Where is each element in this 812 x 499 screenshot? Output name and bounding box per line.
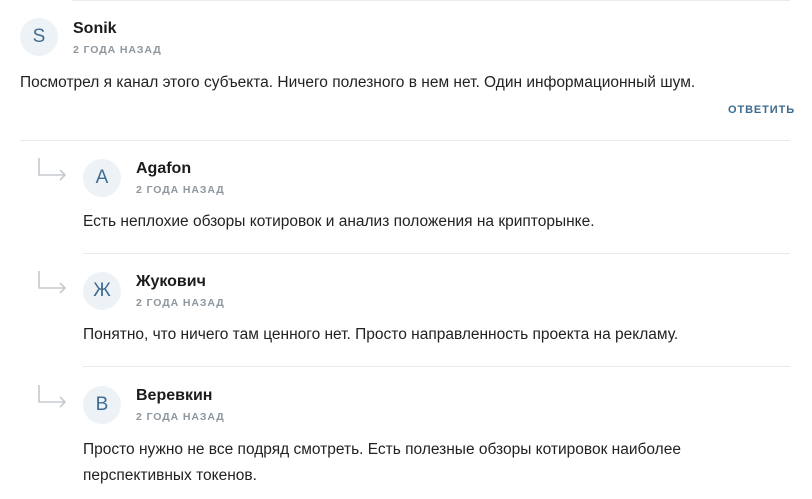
comment-author[interactable]: Sonik	[73, 20, 117, 38]
avatar[interactable]: S	[20, 18, 58, 56]
comment-time: 2 ГОДА НАЗАД	[136, 411, 225, 423]
divider	[83, 366, 790, 367]
comment-time: 2 ГОДА НАЗАД	[73, 44, 162, 56]
comment-text: Просто нужно не все подряд смотреть. Ест…	[83, 441, 681, 484]
avatar[interactable]: В	[83, 386, 121, 424]
comment-author[interactable]: Agafon	[136, 160, 191, 178]
comment-text: Есть неплохие обзоры котировок и анализ …	[83, 213, 595, 230]
divider	[83, 253, 790, 254]
reply-arrow-icon	[38, 271, 67, 294]
comment-text: Посмотрел я канал этого субъекта. Ничего…	[20, 74, 696, 91]
comment-author[interactable]: Веревкин	[136, 387, 212, 405]
divider	[20, 140, 790, 141]
avatar[interactable]: A	[83, 159, 121, 197]
comment-text: Понятно, что ничего там ценного нет. Про…	[83, 326, 679, 343]
comment-time: 2 ГОДА НАЗАД	[136, 297, 225, 309]
top-divider	[72, 0, 790, 1]
comment-author[interactable]: Жукович	[136, 273, 206, 291]
avatar[interactable]: Ж	[83, 272, 121, 310]
reply-arrow-icon	[38, 385, 67, 408]
comment-time: 2 ГОДА НАЗАД	[136, 184, 225, 196]
reply-arrow-icon	[38, 158, 67, 181]
reply-button[interactable]: ОТВЕТИТЬ	[728, 104, 795, 116]
